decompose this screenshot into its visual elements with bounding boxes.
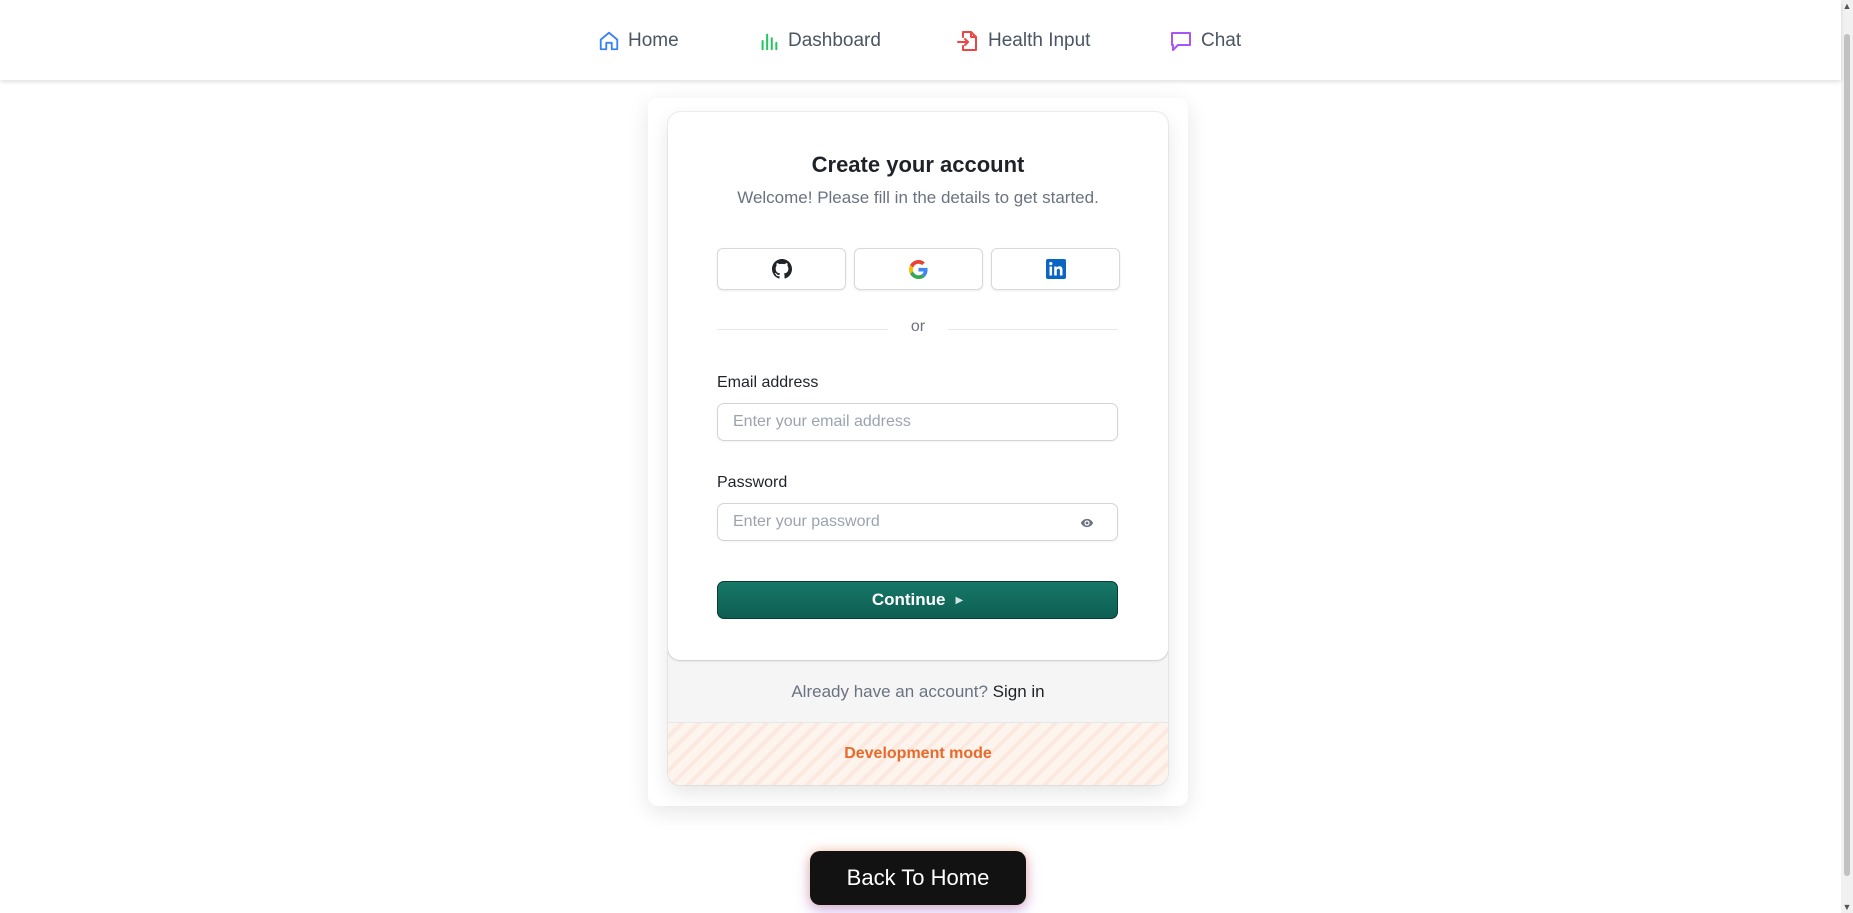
google-signin-button[interactable] (854, 248, 983, 290)
password-input[interactable] (733, 513, 1053, 531)
page-scrollbar[interactable]: ▲ ▼ (1841, 0, 1853, 913)
linkedin-signin-button[interactable] (991, 248, 1120, 290)
nav-item-chat[interactable]: Chat (1169, 25, 1241, 57)
nav-item-label: Health Input (988, 30, 1091, 51)
nav-item-health-input[interactable]: Health Input (956, 25, 1090, 57)
password-label: Password (717, 474, 788, 491)
signin-prompt-row: Already have an account? Sign in (668, 660, 1168, 723)
nav-item-home[interactable]: Home (598, 25, 679, 57)
back-to-home-button[interactable]: Back To Home (810, 851, 1026, 905)
scrollbar-thumb[interactable] (1844, 34, 1850, 876)
file-input-icon (957, 31, 977, 51)
scroll-down-arrow-icon[interactable]: ▼ (1842, 901, 1852, 913)
nav-item-label: Home (628, 30, 679, 51)
top-navbar: Home Dashboard Health Input Chat (0, 0, 1841, 80)
github-signin-button[interactable] (717, 248, 846, 290)
card-subtitle: Welcome! Please fill in the details to g… (737, 188, 1099, 207)
nav-item-label: Dashboard (788, 30, 881, 51)
development-mode-banner: Development mode (668, 723, 1168, 785)
scroll-up-arrow-icon[interactable]: ▲ (1842, 0, 1852, 12)
divider-line-right (948, 329, 1118, 330)
email-field[interactable] (717, 403, 1118, 441)
password-field[interactable] (717, 503, 1118, 541)
signup-card-wrapper: Create your account Welcome! Please fill… (668, 112, 1168, 785)
linkedin-icon (1045, 259, 1066, 279)
bar-chart-icon (761, 33, 778, 51)
google-icon (909, 259, 928, 279)
divider-line-left (717, 329, 888, 330)
github-icon (771, 259, 792, 279)
signin-link[interactable]: Sign in (993, 682, 1045, 701)
chat-bubble-icon (1171, 32, 1191, 51)
signup-card: Create your account Welcome! Please fill… (668, 112, 1168, 660)
card-title: Create your account (811, 152, 1025, 177)
nav-item-dashboard[interactable]: Dashboard (758, 25, 881, 57)
continue-button-label: Continue (871, 590, 946, 609)
signin-prompt-text: Already have an account? (791, 682, 993, 701)
email-label: Email address (717, 374, 819, 391)
divider-or-text: or (910, 318, 926, 335)
caret-right-icon: ▶ (955, 594, 964, 606)
nav-item-label: Chat (1201, 30, 1242, 51)
show-password-eye-icon[interactable] (1079, 516, 1095, 530)
home-icon (599, 31, 619, 51)
continue-button[interactable]: Continue ▶ (717, 581, 1118, 619)
email-input[interactable] (733, 413, 1053, 431)
